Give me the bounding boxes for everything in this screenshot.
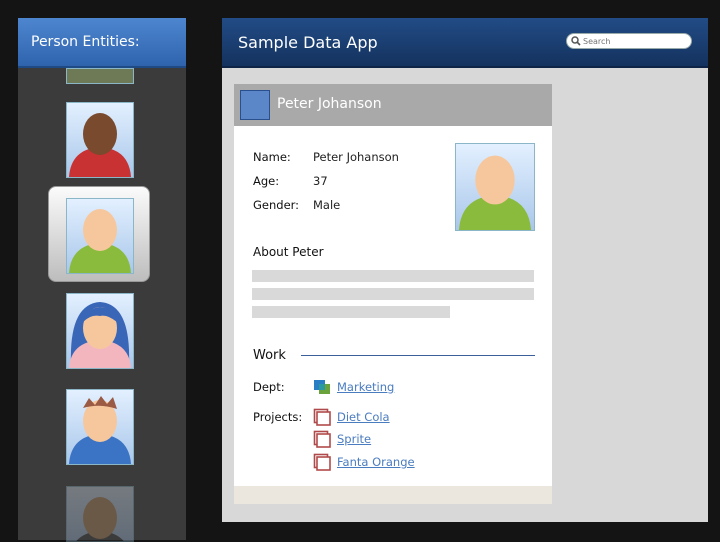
department-icon (314, 380, 330, 394)
card-header: Peter Johanson (234, 84, 552, 126)
person-list-title: Person Entities: (31, 34, 140, 50)
person-avatar-icon (69, 396, 131, 464)
search-input[interactable] (583, 35, 687, 47)
person-avatar-icon (69, 113, 131, 177)
name-label: Name: (253, 150, 291, 164)
person-detail-card: Peter Johanson Name: Peter Johanson Age:… (234, 84, 552, 504)
search-icon (571, 36, 581, 46)
about-text-placeholder-line (252, 306, 450, 318)
age-label: Age: (253, 174, 280, 188)
about-text-placeholder-line (252, 288, 534, 300)
person-portrait (455, 143, 535, 231)
app-title: Sample Data App (238, 33, 378, 52)
work-divider (301, 355, 535, 356)
dept-label: Dept: (253, 380, 285, 394)
person-list-header: Person Entities: (18, 18, 186, 68)
app-header: Sample Data App (222, 18, 708, 68)
person-thumb-partial-bottom[interactable] (66, 486, 134, 542)
project-icon (313, 453, 331, 471)
person-thumb-2-selected[interactable] (66, 198, 134, 274)
gender-label: Gender: (253, 198, 300, 212)
person-square-icon (240, 90, 270, 120)
person-avatar-icon (458, 155, 532, 230)
projects-label: Projects: (253, 410, 303, 424)
about-text-placeholder-line (252, 270, 534, 282)
card-title: Peter Johanson (277, 96, 382, 112)
person-thumb-1[interactable] (66, 102, 134, 178)
project-icon (313, 408, 331, 426)
person-thumb-partial-top[interactable] (66, 68, 134, 84)
person-thumb-3[interactable] (66, 293, 134, 369)
gender-value: Male (313, 198, 341, 212)
card-footer (234, 486, 552, 504)
person-avatar-icon (76, 497, 124, 541)
name-value: Peter Johanson (313, 150, 399, 164)
project-link-3[interactable]: Fanta Orange (337, 455, 415, 469)
work-heading: Work (253, 348, 286, 363)
person-avatar-icon (69, 209, 131, 273)
person-avatar-icon (69, 302, 131, 368)
about-heading: About Peter (253, 245, 324, 259)
project-link-2[interactable]: Sprite (337, 432, 371, 446)
dept-link[interactable]: Marketing (337, 380, 394, 394)
project-link-1[interactable]: Diet Cola (337, 410, 390, 424)
project-icon (313, 430, 331, 448)
person-thumb-4[interactable] (66, 389, 134, 465)
age-value: 37 (313, 174, 328, 188)
search-box[interactable] (566, 33, 692, 49)
